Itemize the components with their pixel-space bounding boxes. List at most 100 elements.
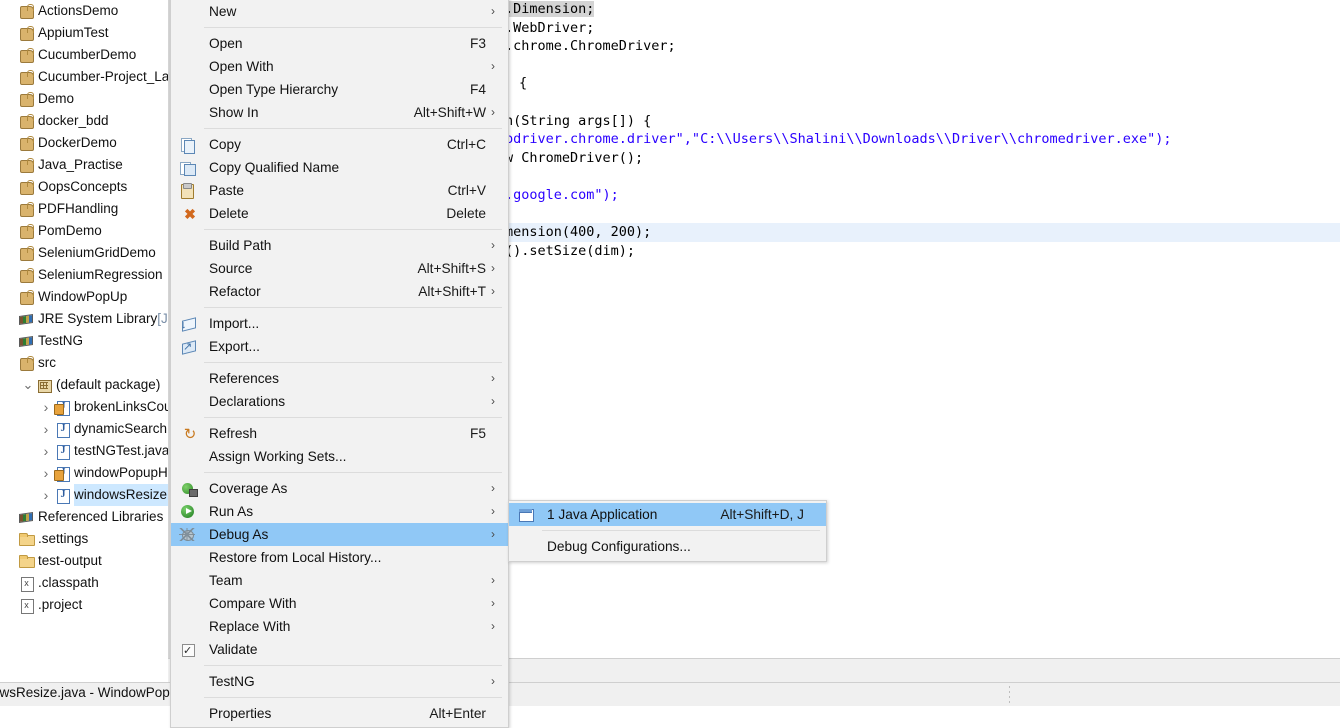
tree-item-seleniumregression[interactable]: SeleniumRegression <box>0 264 168 286</box>
folder-icon <box>18 553 35 569</box>
tree-item-src[interactable]: src <box>0 352 168 374</box>
tree-item-actionsdemo[interactable]: ActionsDemo <box>0 0 168 22</box>
menu-icon-placeholder <box>177 596 203 612</box>
tree-item-windowpopup[interactable]: WindowPopUp <box>0 286 168 308</box>
tree-item-docker-bdd[interactable]: docker_bdd <box>0 110 168 132</box>
code-line <box>505 167 1340 186</box>
delete-icon <box>177 206 203 222</box>
xml-file-icon <box>18 575 35 591</box>
project-icon <box>18 223 35 239</box>
tree-item-default-package[interactable]: ⌄(default package) <box>0 374 168 396</box>
chevron-right-icon[interactable]: › <box>38 396 54 418</box>
tree-item-oopsconcepts[interactable]: OopsConcepts <box>0 176 168 198</box>
tree-item-demo[interactable]: Demo <box>0 88 168 110</box>
menu-item-testng[interactable]: TestNG› <box>171 670 508 693</box>
menu-item-open-with[interactable]: Open With› <box>171 55 508 78</box>
menu-item-source[interactable]: SourceAlt+Shift+S› <box>171 257 508 280</box>
status-bar-text: owsResize.java - WindowPop <box>0 685 170 700</box>
menu-item-delete[interactable]: DeleteDelete› <box>171 202 508 225</box>
tree-item-test-output[interactable]: test-output <box>0 550 168 572</box>
tree-item-cucumber-project-latest[interactable]: Cucumber-Project_Latest <box>0 66 168 88</box>
menu-icon-placeholder <box>177 371 203 387</box>
tree-item-dockerdemo[interactable]: DockerDemo <box>0 132 168 154</box>
tree-item-classpath[interactable]: .classpath <box>0 572 168 594</box>
tree-item-testngtest-java[interactable]: ›testNGTest.java <box>0 440 168 462</box>
debug-as-submenu[interactable]: 1 Java ApplicationAlt+Shift+D, J› Debug C… <box>508 500 827 562</box>
chevron-right-icon[interactable]: › <box>38 462 54 484</box>
menu-icon-placeholder <box>177 4 203 20</box>
menu-item-open-type-hierarchy[interactable]: Open Type HierarchyF4› <box>171 78 508 101</box>
menu-item-run-as[interactable]: Run As› <box>171 500 508 523</box>
menu-item-validate[interactable]: Validate› <box>171 638 508 661</box>
source-folder-icon <box>18 355 35 371</box>
menu-icon-placeholder <box>177 674 203 690</box>
tree-item-windowpopuphar[interactable]: ›windowPopupHar <box>0 462 168 484</box>
menu-item-1-java-application[interactable]: 1 Java ApplicationAlt+Shift+D, J› <box>509 503 826 526</box>
java-file-icon <box>54 421 71 437</box>
menu-item-references[interactable]: References› <box>171 367 508 390</box>
menu-item-team[interactable]: Team› <box>171 569 508 592</box>
tree-item-seleniumgriddemo[interactable]: SeleniumGridDemo <box>0 242 168 264</box>
chevron-down-icon[interactable]: ⌄ <box>20 377 36 393</box>
menu-item-label: Export... <box>203 335 470 358</box>
tree-item-label: PomDemo <box>38 220 102 242</box>
tree-item-referenced-libraries[interactable]: Referenced Libraries <box>0 506 168 528</box>
menu-separator <box>204 362 502 363</box>
menu-item-new[interactable]: New› <box>171 0 508 23</box>
tree-item-jre-system-library[interactable]: JRE System Library [Java <box>0 308 168 330</box>
tree-item-label: Demo <box>38 88 74 110</box>
menu-item-label: Copy Qualified Name <box>203 156 470 179</box>
chevron-right-icon[interactable]: › <box>38 484 54 506</box>
tree-item-project[interactable]: .project <box>0 594 168 616</box>
tree-item-label: brokenLinksCount <box>74 396 168 418</box>
menu-item-label: Copy <box>203 133 431 156</box>
tree-item-windowsresize-jav[interactable]: › windowsResize.jav <box>0 484 168 506</box>
menu-separator <box>542 530 820 531</box>
tree-item-label: windowsResize.jav <box>74 484 168 506</box>
menu-item-refresh[interactable]: RefreshF5› <box>171 422 508 445</box>
menu-item-debug-configurations[interactable]: Debug Configurations...› <box>509 535 826 558</box>
tree-item-dynamicsearching[interactable]: ›dynamicSearchIng <box>0 418 168 440</box>
menu-item-show-in[interactable]: Show InAlt+Shift+W› <box>171 101 508 124</box>
chevron-right-icon[interactable]: › <box>38 418 54 440</box>
chevron-right-icon: › <box>486 0 500 23</box>
menu-item-compare-with[interactable]: Compare With› <box>171 592 508 615</box>
menu-item-open[interactable]: OpenF3› <box>171 32 508 55</box>
menu-item-coverage-as[interactable]: Coverage As› <box>171 477 508 500</box>
tree-item-pdfhandling[interactable]: PDFHandling <box>0 198 168 220</box>
tree-item-cucumberdemo[interactable]: CucumberDemo <box>0 44 168 66</box>
menu-item-restore-from-local-history[interactable]: Restore from Local History...› <box>171 546 508 569</box>
menu-item-declarations[interactable]: Declarations› <box>171 390 508 413</box>
menu-item-properties[interactable]: PropertiesAlt+Enter› <box>171 702 508 725</box>
menu-item-copy[interactable]: CopyCtrl+C› <box>171 133 508 156</box>
menu-item-shortcut: Alt+Enter <box>413 702 486 725</box>
tree-item-label: Referenced Libraries <box>38 506 163 528</box>
menu-item-copy-qualified-name[interactable]: Copy Qualified Name› <box>171 156 508 179</box>
tree-item-brokenlinkscount[interactable]: › brokenLinksCount <box>0 396 168 418</box>
tree-item-java-practise[interactable]: Java_Practise <box>0 154 168 176</box>
menu-item-export[interactable]: Export...› <box>171 335 508 358</box>
menu-item-label: Delete <box>203 202 430 225</box>
menu-item-refactor[interactable]: RefactorAlt+Shift+T› <box>171 280 508 303</box>
menu-item-paste[interactable]: PasteCtrl+V› <box>171 179 508 202</box>
menu-item-shortcut: Ctrl+V <box>432 179 486 202</box>
tree-item-settings[interactable]: .settings <box>0 528 168 550</box>
menu-icon-placeholder <box>515 539 541 555</box>
library-icon <box>18 311 35 327</box>
menu-item-import[interactable]: Import...› <box>171 312 508 335</box>
chevron-right-icon[interactable]: › <box>38 440 54 462</box>
context-menu[interactable]: New› OpenF3›Open With›Open Type Hierarchy… <box>170 0 509 728</box>
tree-item-pomdemo[interactable]: PomDemo <box>0 220 168 242</box>
tree-item-label: AppiumTest <box>38 22 109 44</box>
menu-item-build-path[interactable]: Build Path› <box>171 234 508 257</box>
package-explorer[interactable]: ActionsDemoAppiumTestCucumberDemoCucumbe… <box>0 0 168 676</box>
menu-item-assign-working-sets[interactable]: Assign Working Sets...› <box>171 445 508 468</box>
tree-item-label: OopsConcepts <box>38 176 127 198</box>
project-icon <box>18 245 35 261</box>
editor-code-area[interactable]: .Dimension;.WebDriver;.chrome.ChromeDriv… <box>505 0 1340 260</box>
tree-item-label: docker_bdd <box>38 110 109 132</box>
menu-item-debug-as[interactable]: Debug As› <box>171 523 508 546</box>
tree-item-appiumtest[interactable]: AppiumTest <box>0 22 168 44</box>
menu-item-replace-with[interactable]: Replace With› <box>171 615 508 638</box>
tree-item-testng[interactable]: TestNG <box>0 330 168 352</box>
